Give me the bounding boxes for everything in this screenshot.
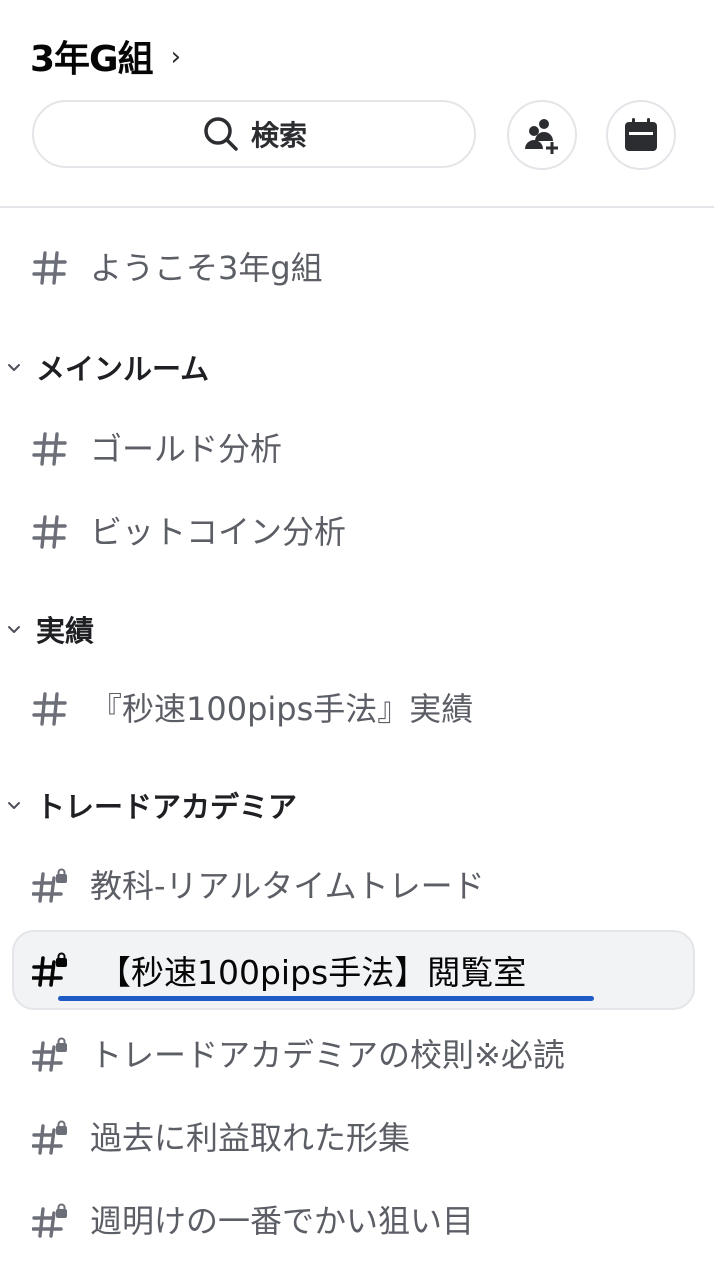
locked-hash-icon [32, 1120, 68, 1156]
channel-name: ビットコイン分析 [90, 513, 347, 551]
category-main-room[interactable]: メインルーム [0, 342, 714, 392]
channel-welcome[interactable]: ようこそ3年g組 [0, 231, 714, 301]
calendar-icon [625, 118, 657, 151]
chevron-down-icon [6, 798, 22, 814]
locked-hash-icon [32, 952, 68, 988]
channel-school-rules[interactable]: トレードアカデミアの校則※必読 [0, 1018, 714, 1088]
invite-members-button[interactable] [507, 100, 577, 170]
channel-name: 『秒速100pips手法』実績 [90, 690, 474, 728]
header-divider [0, 206, 714, 208]
category-name: メインルーム [36, 352, 210, 386]
channel-name: 教科-リアルタイムトレード [90, 867, 485, 905]
hash-icon [32, 514, 68, 550]
chevron-right-icon: › [170, 42, 181, 72]
locked-hash-icon [32, 1037, 68, 1073]
category-results[interactable]: 実績 [0, 604, 714, 654]
channel-name: 【秒速100pips手法】閲覧室 [98, 953, 527, 992]
chevron-down-icon [6, 360, 22, 376]
channel-name: 週明けの一番でかい狙い目 [90, 1202, 475, 1240]
spellcheck-underline [58, 996, 594, 1001]
channel-week-start-target[interactable]: 週明けの一番でかい狙い目 [0, 1184, 714, 1254]
channel-name: ゴールド分析 [90, 430, 283, 468]
search-icon [204, 117, 238, 151]
channel-name: 過去に利益取れた形集 [90, 1119, 411, 1157]
channel-name: トレードアカデミアの校則※必読 [90, 1036, 565, 1074]
hash-icon [32, 691, 68, 727]
server-name-button[interactable]: 3年G組 › [30, 30, 181, 82]
channel-gold-analysis[interactable]: ゴールド分析 [0, 412, 714, 482]
server-name: 3年G組 [30, 39, 154, 80]
search-button[interactable]: 検索 [32, 100, 476, 168]
locked-hash-icon [32, 1203, 68, 1239]
search-label: 検索 [250, 119, 307, 152]
channel-results[interactable]: 『秒速100pips手法』実績 [0, 672, 714, 742]
add-member-icon [525, 119, 558, 154]
server-header: 3年G組 › 検索 [0, 0, 714, 208]
locked-hash-icon [32, 868, 68, 904]
category-trade-academia[interactable]: トレードアカデミア [0, 780, 714, 830]
events-button[interactable] [606, 100, 676, 170]
chevron-down-icon [6, 622, 22, 638]
category-name: 実績 [36, 614, 95, 648]
hash-icon [32, 250, 68, 286]
channel-realtime-trade[interactable]: 教科-リアルタイムトレード [0, 849, 714, 919]
channel-profitable-patterns[interactable]: 過去に利益取れた形集 [0, 1101, 714, 1171]
channel-bitcoin-analysis[interactable]: ビットコイン分析 [0, 495, 714, 565]
channel-viewing-room-selected[interactable]: 【秒速100pips手法】閲覧室 [0, 935, 714, 1005]
hash-icon [32, 431, 68, 467]
category-name: トレードアカデミア [36, 790, 298, 824]
channel-name: ようこそ3年g組 [90, 249, 323, 287]
